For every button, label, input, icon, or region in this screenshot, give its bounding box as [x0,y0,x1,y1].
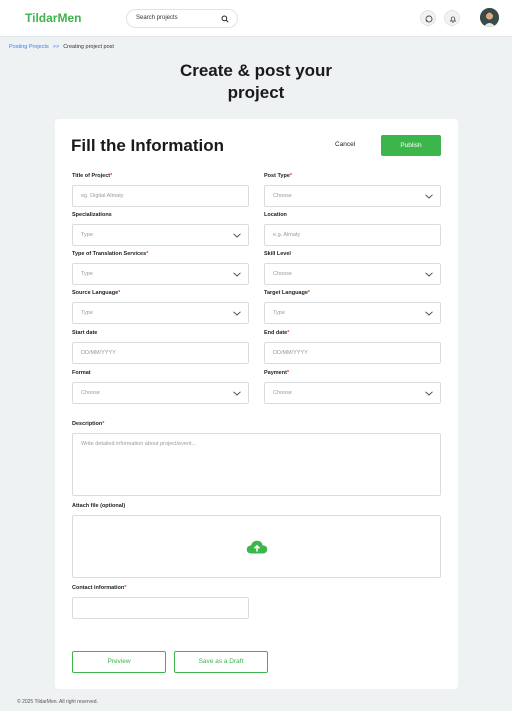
target-language-value: Type [273,310,285,316]
end-date-placeholder: DD/MM/YYYY [273,350,308,356]
attach-label: Attach file (optional) [72,503,126,509]
chevron-down-icon [425,311,433,316]
avatar[interactable] [480,8,499,27]
source-language-label: Source Language* [72,290,120,296]
title-label: Title of Project* [72,173,112,179]
location-placeholder: e.g. Almaty [273,232,301,238]
translation-services-label: Type of Translation Services* [72,251,148,257]
contact-label: Contact information* [72,585,126,591]
source-language-select[interactable]: Type [72,302,249,324]
required-mark: * [287,330,290,336]
required-mark: * [118,290,121,296]
required-mark: * [307,290,311,296]
format-label: Format [72,370,91,376]
chevron-down-icon [425,391,433,396]
required-mark: * [146,251,149,257]
description-label: Description* [72,421,104,427]
breadcrumb-link[interactable]: Posting Projects [9,44,49,50]
payment-label-text: Payment [264,370,287,376]
specializations-value: Type [81,232,93,238]
logo[interactable]: TildarMen [25,11,81,25]
source-language-value: Type [81,310,93,316]
publish-button[interactable]: Publish [381,135,441,156]
form-card: Fill the Information Cancel Publish Titl… [55,119,458,689]
description-label-text: Description [72,421,103,427]
translation-services-label-text: Type of Translation Services [72,251,147,257]
target-language-select[interactable]: Type [264,302,441,324]
search-box[interactable]: Search projects [126,9,238,28]
form-heading: Fill the Information [71,136,224,155]
post-type-label: Post Type* [264,173,292,179]
chevron-down-icon [233,233,241,238]
source-language-label-text: Source Language [72,290,119,296]
skill-level-select[interactable]: Choose [264,263,441,285]
chevron-down-icon [425,194,433,199]
preview-button[interactable]: Preview [72,651,166,673]
title-placeholder: eg. Digital Almaty [81,193,124,199]
end-date-label: End date* [264,330,289,336]
notifications-button[interactable] [444,10,460,26]
search-input[interactable]: Search projects [136,15,178,21]
search-icon[interactable] [221,15,229,23]
post-type-label-text: Post Type [264,173,290,179]
specializations-select[interactable]: Type [72,224,249,246]
skill-level-value: Choose [273,271,292,277]
title-label-text: Title of Project [72,173,111,179]
start-date-input[interactable]: DD/MM/YYYY [72,342,249,364]
payment-label: Payment* [264,370,289,376]
start-date-label: Start date [72,330,98,336]
required-mark: * [286,370,290,376]
location-input[interactable]: e.g. Almaty [264,224,441,246]
title-input[interactable]: eg. Digital Almaty [72,185,249,207]
end-date-input[interactable]: DD/MM/YYYY [264,342,441,364]
chevron-down-icon [233,272,241,277]
chevron-down-icon [233,311,241,316]
top-bar: TildarMen Search projects [0,0,512,37]
cloud-upload-icon [246,540,268,554]
payment-value: Choose [273,390,292,396]
breadcrumb-current: Creating project post [63,44,114,50]
breadcrumb-separator: >> [52,44,60,50]
contact-label-text: Contact information [72,585,125,591]
required-mark: * [102,421,105,427]
required-mark: * [289,173,293,179]
payment-select[interactable]: Choose [264,382,441,404]
format-value: Choose [81,390,100,396]
translation-services-value: Type [81,271,93,277]
target-language-label: Target Language* [264,290,310,296]
post-type-value: Choose [273,193,292,199]
start-date-placeholder: DD/MM/YYYY [81,350,116,356]
user-avatar-image [480,8,499,27]
translation-services-select[interactable]: Type [72,263,249,285]
specializations-label: Specializations [72,212,112,218]
messages-button[interactable] [420,10,436,26]
description-placeholder: Write detailed information about project… [81,441,197,447]
breadcrumb: Posting Projects >> Creating project post [9,44,114,50]
contact-input[interactable] [72,597,249,619]
chevron-down-icon [233,391,241,396]
required-mark: * [124,585,127,591]
chat-icon [425,15,433,23]
end-date-label-text: End date [264,330,288,336]
required-mark: * [110,173,113,179]
file-dropzone[interactable] [72,515,441,578]
cancel-button[interactable]: Cancel [335,141,355,148]
page-title-line2: project [227,83,285,102]
bell-icon [449,16,457,23]
footer-copyright: © 2025 TildarMen. All right reserved. [17,699,98,705]
save-draft-button[interactable]: Save as a Draft [174,651,268,673]
post-type-select[interactable]: Choose [264,185,441,207]
format-select[interactable]: Choose [72,382,249,404]
page-title: Create & post your project [0,60,512,104]
location-label: Location [264,212,287,218]
target-language-label-text: Target Language [264,290,308,296]
skill-level-label: Skill Level [264,251,291,257]
chevron-down-icon [425,272,433,277]
page-title-line1: Create & post your [179,61,333,80]
description-textarea[interactable]: Write detailed information about project… [72,433,441,496]
